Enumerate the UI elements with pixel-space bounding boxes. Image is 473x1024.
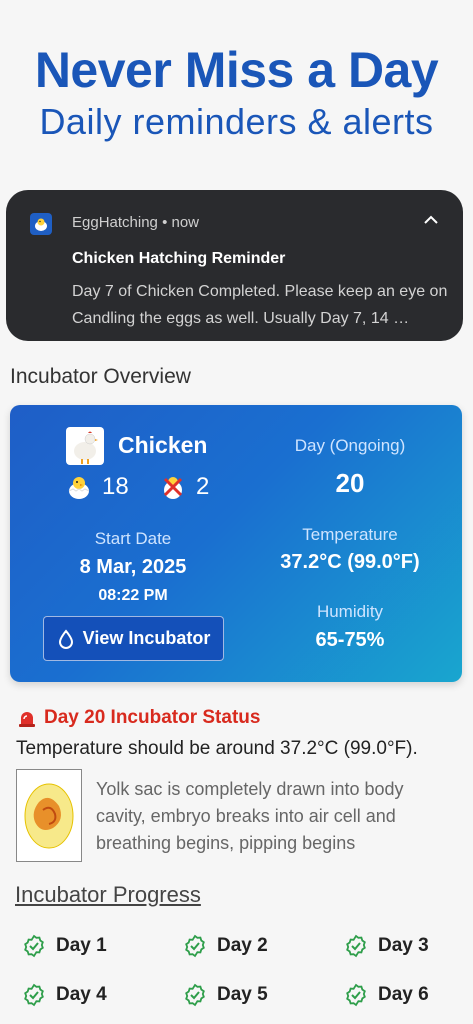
- check-badge-icon: [24, 983, 44, 1007]
- siren-icon: [19, 712, 35, 727]
- progress-day-6[interactable]: Day 6: [344, 983, 429, 1007]
- progress-day-label: Day 2: [217, 935, 268, 956]
- view-incubator-button[interactable]: View Incubator: [43, 616, 224, 661]
- hatched-chick-icon: [68, 477, 90, 499]
- hero-header: Never Miss a Day Daily reminders & alert…: [0, 40, 473, 144]
- day-value: 20: [335, 468, 365, 498]
- check-badge-icon: [185, 983, 205, 1007]
- status-title: Day 20 Incubator Status: [44, 707, 261, 728]
- progress-day-2[interactable]: Day 2: [183, 934, 268, 958]
- start-date-label: Start Date: [94, 529, 172, 548]
- progress-day-5[interactable]: Day 5: [183, 983, 268, 1007]
- start-time-value: 08:22 PM: [98, 587, 168, 604]
- app-icon: [30, 213, 52, 235]
- status-temperature-text: Temperature should be around 37.2°C (99.…: [16, 738, 418, 759]
- humidity-label: Humidity: [316, 602, 384, 621]
- section-title-overview: Incubator Overview: [10, 365, 191, 388]
- progress-day-label: Day 6: [378, 984, 429, 1005]
- check-badge-icon: [24, 934, 44, 958]
- hatched-count: 18: [102, 473, 129, 500]
- status-description: Yolk sac is completely drawn into body c…: [96, 779, 404, 853]
- chevron-up-icon[interactable]: [421, 210, 441, 230]
- failed-stat: 2: [160, 473, 209, 501]
- incubator-card: Chicken 18 2 Day (Ongoing) 20 Start Date…: [10, 405, 462, 682]
- hero-subtitle: Daily reminders & alerts: [39, 101, 434, 142]
- hatched-stat: 18: [66, 473, 129, 501]
- view-incubator-label: View Incubator: [82, 628, 211, 648]
- progress-day-label: Day 1: [56, 935, 107, 956]
- notification-app-name: EggHatching • now: [72, 214, 200, 231]
- day-label: Day (Ongoing): [294, 436, 406, 455]
- progress-day-label: Day 3: [378, 935, 429, 956]
- check-badge-icon: [346, 934, 366, 958]
- progress-day-1[interactable]: Day 1: [22, 934, 107, 958]
- check-badge-icon: [346, 983, 366, 1007]
- progress-title: Incubator Progress: [15, 882, 201, 907]
- notification-title: Chicken Hatching Reminder: [72, 250, 286, 267]
- progress-day-label: Day 5: [217, 984, 268, 1005]
- temperature-value: 37.2°C (99.0°F): [280, 551, 420, 573]
- humidity-value: 65-75%: [315, 629, 385, 651]
- start-date-value: 8 Mar, 2025: [79, 556, 187, 578]
- chicken-icon: [66, 427, 104, 465]
- animal-name: Chicken: [118, 432, 208, 458]
- progress-day-4[interactable]: Day 4: [22, 983, 107, 1007]
- check-badge-icon: [185, 934, 205, 958]
- failed-egg-icon: [163, 477, 183, 499]
- hero-title: Never Miss a Day: [34, 42, 439, 98]
- embryo-egg-image: [16, 769, 82, 862]
- status-heading: Day 20 Incubator Status: [16, 707, 260, 729]
- water-drop-icon: [58, 628, 73, 649]
- progress-day-3[interactable]: Day 3: [344, 934, 429, 958]
- failed-count: 2: [196, 473, 210, 500]
- temperature-label: Temperature: [302, 525, 398, 544]
- notification-body: Day 7 of Chicken Completed. Please keep …: [72, 283, 448, 327]
- progress-day-label: Day 4: [56, 984, 107, 1005]
- push-notification[interactable]: EggHatching • now Chicken Hatching Remin…: [6, 190, 463, 341]
